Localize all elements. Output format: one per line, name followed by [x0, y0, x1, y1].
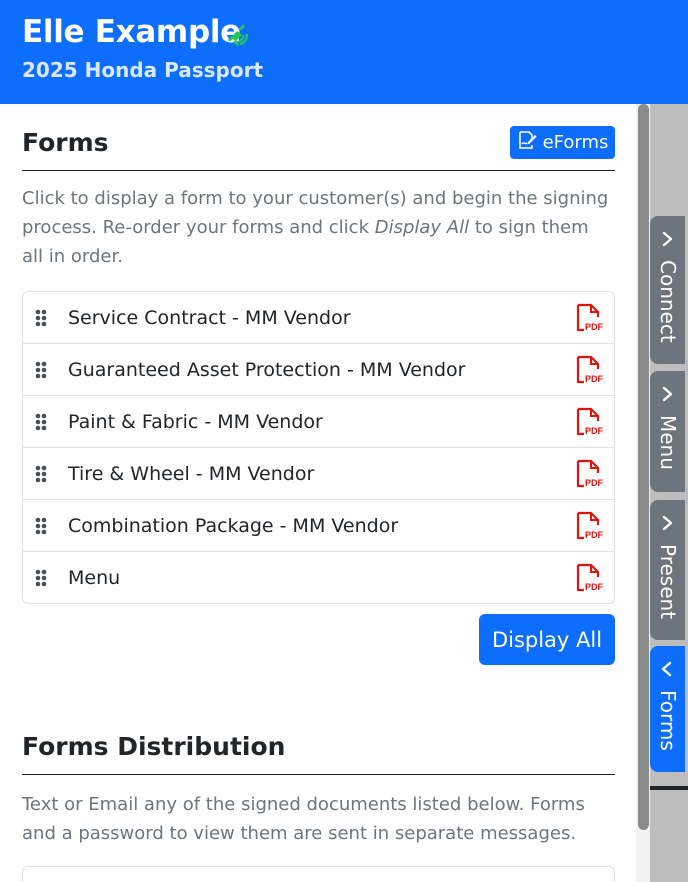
pdf-icon[interactable]: PDF	[574, 407, 604, 437]
app-header: Elle Example 2025 Honda Passport	[0, 0, 688, 104]
drag-handle-icon[interactable]	[35, 413, 47, 431]
pdf-icon[interactable]: PDF	[574, 459, 604, 489]
drag-handle-icon[interactable]	[35, 517, 47, 535]
chevron-right-icon	[658, 514, 676, 532]
side-tab-label: Forms	[656, 690, 680, 751]
pdf-icon[interactable]: PDF	[574, 303, 604, 333]
drag-handle-icon[interactable]	[35, 309, 47, 327]
side-tab-connect[interactable]: Connect	[650, 216, 685, 364]
eforms-button[interactable]: eForms	[510, 126, 615, 159]
forms-title-rule	[22, 170, 615, 171]
form-row[interactable]: Combination Package - MM Vendor PDF	[23, 500, 614, 552]
forms-intro: Click to display a form to your customer…	[22, 184, 612, 271]
distribution-intro: Text or Email any of the signed document…	[22, 794, 585, 844]
svg-text:PDF: PDF	[585, 426, 604, 436]
pdf-icon[interactable]: PDF	[574, 355, 604, 385]
pdf-icon[interactable]: PDF	[574, 511, 604, 541]
display-all-button[interactable]: Display All	[479, 614, 615, 665]
forms-panel: Forms eForms Click to display a form to …	[0, 104, 636, 882]
side-tab-present[interactable]: Present	[650, 500, 685, 640]
pdf-icon[interactable]: PDF	[574, 563, 604, 593]
customer-name: Elle Example	[22, 14, 241, 50]
svg-text:PDF: PDF	[585, 582, 604, 592]
form-label: Menu	[68, 566, 121, 589]
chevron-right-icon	[658, 230, 676, 248]
drag-handle-icon[interactable]	[35, 465, 47, 483]
side-tab-menu[interactable]: Menu	[650, 371, 685, 492]
drag-handle-icon[interactable]	[35, 569, 47, 587]
satellite-signal-icon[interactable]	[226, 22, 254, 50]
form-label: Tire & Wheel - MM Vendor	[68, 462, 315, 485]
svg-text:PDF: PDF	[585, 322, 604, 332]
form-label: Guaranteed Asset Protection - MM Vendor	[68, 358, 466, 381]
form-label: Paint & Fabric - MM Vendor	[68, 410, 323, 433]
side-tab-forms[interactable]: Forms	[650, 646, 685, 772]
vehicle-subtitle: 2025 Honda Passport	[22, 58, 264, 82]
forms-intro-emphasis: Display All	[374, 217, 470, 238]
forms-list: Service Contract - MM Vendor PDF Guarantee…	[22, 291, 615, 604]
form-label: Combination Package - MM Vendor	[68, 514, 399, 537]
rail-divider	[650, 786, 688, 790]
svg-text:PDF: PDF	[585, 478, 604, 488]
scrollbar-thumb[interactable]	[638, 104, 649, 830]
form-row[interactable]: Paint & Fabric - MM Vendor PDF	[23, 396, 614, 448]
svg-text:PDF: PDF	[585, 374, 604, 384]
distribution-documents-list	[22, 866, 615, 882]
chevron-right-icon	[658, 385, 676, 403]
side-tab-label: Menu	[656, 415, 680, 470]
forms-distribution-title: Forms Distribution	[22, 732, 286, 761]
eforms-label: eForms	[542, 132, 609, 153]
form-row[interactable]: Service Contract - MM Vendor PDF	[23, 292, 614, 344]
distribution-title-rule	[22, 774, 615, 775]
form-row[interactable]: Menu PDF	[23, 552, 614, 603]
drag-handle-icon[interactable]	[35, 361, 47, 379]
form-row[interactable]: Tire & Wheel - MM Vendor PDF	[23, 448, 614, 500]
signature-edit-icon	[517, 130, 537, 155]
svg-text:PDF: PDF	[585, 530, 604, 540]
chevron-left-icon	[658, 660, 676, 678]
side-tab-label: Connect	[656, 260, 680, 343]
side-tab-label: Present	[656, 544, 680, 620]
form-row[interactable]: Guaranteed Asset Protection - MM Vendor P…	[23, 344, 614, 396]
forms-title: Forms	[22, 128, 109, 157]
form-label: Service Contract - MM Vendor	[68, 306, 351, 329]
